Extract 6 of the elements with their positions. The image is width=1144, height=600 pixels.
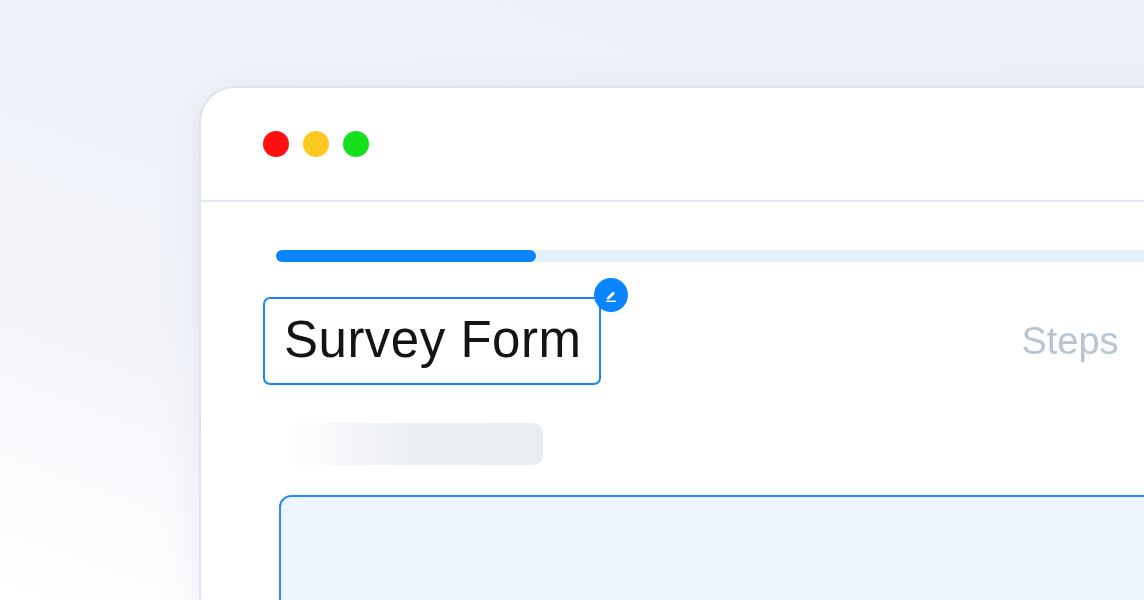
form-title-field[interactable]: Survey Form	[263, 297, 602, 385]
edit-button[interactable]	[594, 278, 629, 312]
window-control-dot[interactable]	[303, 131, 329, 157]
window-control-dot[interactable]	[343, 131, 369, 157]
window-control-dot[interactable]	[263, 131, 289, 157]
steps-label: Steps	[1021, 319, 1119, 363]
